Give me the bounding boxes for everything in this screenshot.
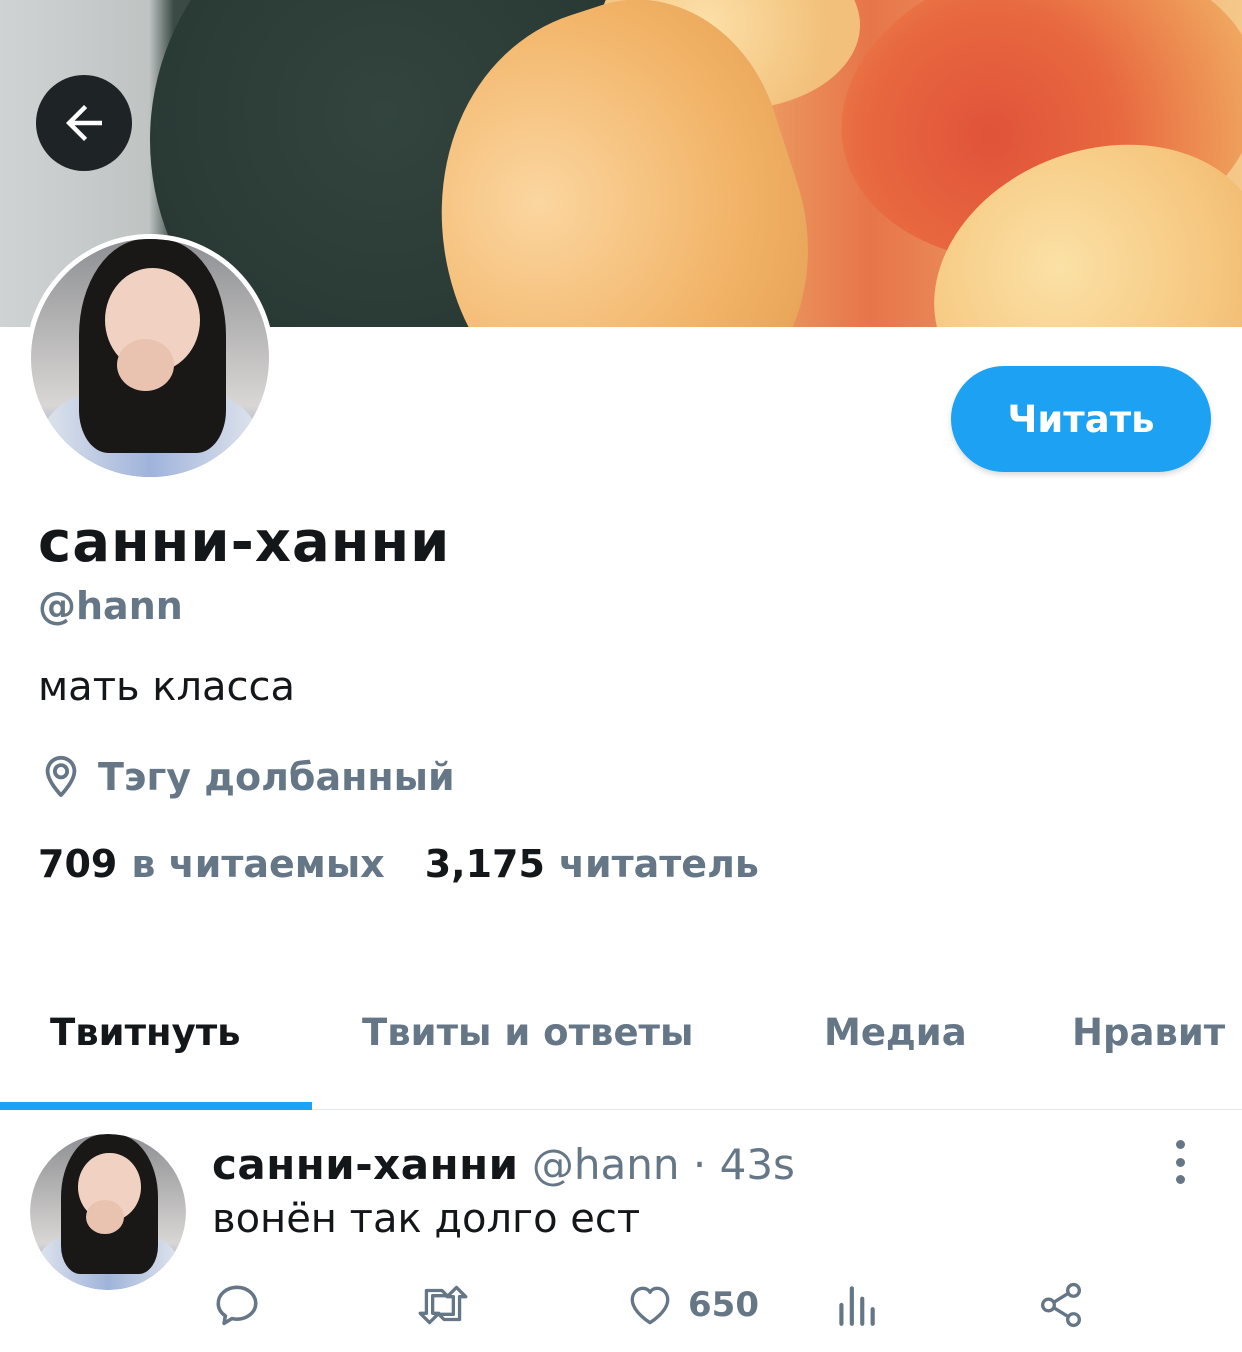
tab-tweets[interactable]: Твитнуть bbox=[50, 1011, 241, 1054]
reply-button[interactable] bbox=[212, 1280, 262, 1330]
avatar-photo bbox=[30, 1134, 186, 1290]
following-label: в читаемых bbox=[131, 842, 385, 886]
share-button[interactable] bbox=[1036, 1280, 1086, 1330]
follow-button[interactable]: Читать bbox=[951, 366, 1211, 472]
like-icon bbox=[630, 1286, 670, 1325]
location-pin-icon bbox=[45, 755, 77, 798]
followers-count: 3,175 bbox=[424, 842, 545, 886]
back-button[interactable] bbox=[36, 75, 132, 171]
active-tab-indicator bbox=[0, 1102, 312, 1110]
analytics-button[interactable] bbox=[834, 1280, 878, 1330]
tweet-avatar[interactable] bbox=[30, 1134, 186, 1290]
profile-handle: @hann bbox=[38, 584, 183, 628]
tweet-separator: · bbox=[692, 1140, 707, 1189]
display-name: санни-ханни bbox=[38, 510, 451, 575]
followers-link[interactable]: 3,175 читатель bbox=[425, 842, 759, 886]
tweet-author-name[interactable]: санни-ханни bbox=[212, 1140, 519, 1189]
followers-label: читатель bbox=[558, 842, 759, 886]
retweet-button[interactable] bbox=[414, 1280, 472, 1330]
avatar-photo bbox=[31, 239, 269, 477]
like-button[interactable]: 650 bbox=[624, 1280, 759, 1330]
tweet-text: вонён так долго ест bbox=[212, 1196, 641, 1242]
following-count: 709 bbox=[38, 842, 118, 886]
tab-tweets-and-replies[interactable]: Твиты и ответы bbox=[362, 1011, 693, 1054]
following-link[interactable]: 709 в читаемых bbox=[38, 842, 385, 886]
analytics-icon bbox=[839, 1286, 875, 1326]
more-options-icon[interactable] bbox=[1160, 1140, 1200, 1184]
profile-avatar[interactable] bbox=[26, 234, 274, 482]
tweet-author-handle[interactable]: @hann bbox=[532, 1140, 680, 1189]
tab-likes[interactable]: Нравит bbox=[1072, 1011, 1225, 1054]
arrow-left-icon bbox=[66, 105, 102, 141]
location-text: Тэгу долбанный bbox=[98, 755, 455, 799]
reply-icon bbox=[216, 1285, 258, 1326]
tweet-header: санни-ханни @hann · 43s bbox=[212, 1140, 795, 1189]
like-count: 650 bbox=[688, 1285, 759, 1325]
share-icon bbox=[1041, 1282, 1081, 1328]
retweet-icon bbox=[418, 1285, 468, 1325]
profile-location: Тэгу долбанный bbox=[38, 752, 455, 802]
tweet-time[interactable]: 43s bbox=[720, 1140, 795, 1189]
profile-stats: 709 в читаемых 3,175 читатель bbox=[38, 842, 759, 886]
profile-bio: мать класса bbox=[38, 664, 296, 710]
profile-tabs: Твитнуть Твиты и ответы Медиа Нравит bbox=[0, 995, 1242, 1110]
tab-media[interactable]: Медиа bbox=[824, 1011, 967, 1054]
